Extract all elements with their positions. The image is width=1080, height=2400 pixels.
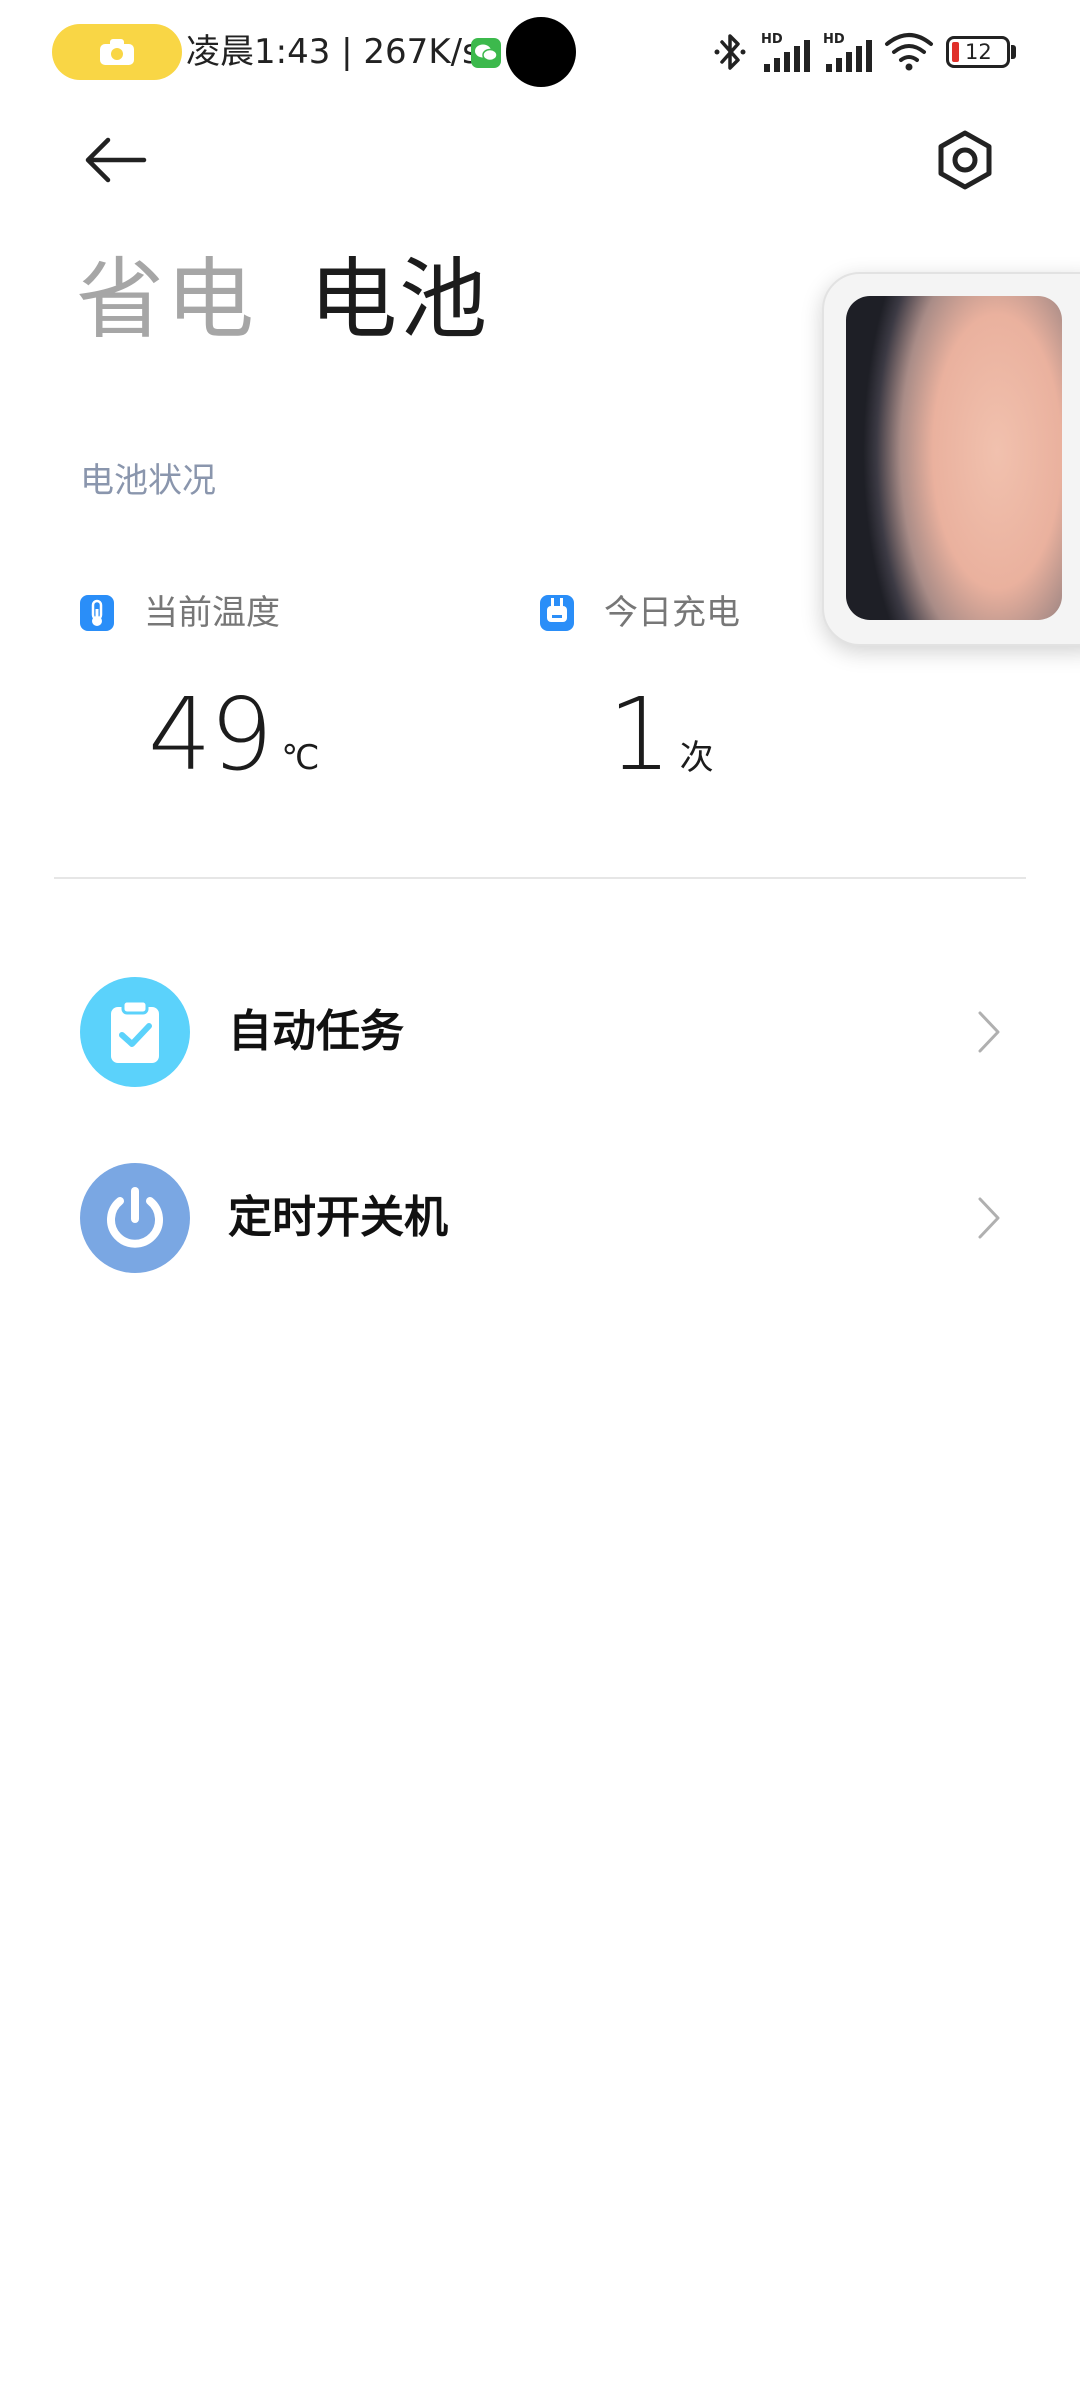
back-arrow-icon: [85, 137, 147, 183]
section-title-battery-status: 电池状况: [80, 461, 216, 501]
bluetooth-icon: [714, 34, 746, 70]
temperature-label: 当前温度: [144, 593, 280, 633]
charge-today-label: 今日充电: [604, 593, 740, 633]
power-icon: [80, 1163, 190, 1273]
front-camera-cutout: [506, 17, 576, 87]
svg-text:HD: HD: [823, 32, 845, 47]
charger-plug-icon: [540, 595, 574, 631]
temperature-value-group: 49 ℃: [148, 680, 319, 790]
settings-button[interactable]: [920, 120, 1010, 200]
battery-icon: 12: [946, 36, 1010, 68]
section-divider: [54, 877, 1026, 879]
hd-signal-icon: HD: [823, 32, 872, 72]
settings-gear-icon: [938, 130, 992, 190]
menu-item-scheduled-power[interactable]: 定时开关机: [0, 1138, 1080, 1298]
charge-today-value: 1: [608, 676, 672, 793]
back-button[interactable]: [72, 120, 162, 200]
stat-charge-today: 今日充电 1次: [540, 585, 960, 790]
wifi-icon: [885, 33, 933, 71]
charge-today-value-group: 1次: [608, 680, 714, 790]
battery-cap: [1011, 45, 1016, 59]
camera-icon: [100, 39, 134, 65]
chevron-right-icon: [978, 1011, 1000, 1053]
tab-power-saving[interactable]: 省电: [76, 240, 256, 360]
wechat-icon: [471, 38, 501, 68]
hd-signal-icon: HD: [761, 32, 810, 72]
floating-video-preview[interactable]: [846, 296, 1062, 620]
scheduled-power-label: 定时开关机: [228, 1192, 448, 1243]
charge-today-unit: 次: [679, 738, 714, 778]
menu-item-auto-tasks[interactable]: 自动任务: [0, 952, 1080, 1112]
clipboard-check-icon: [80, 977, 190, 1087]
status-bar: 凌晨1:43 | 267K/s HD HD 12: [0, 0, 1080, 110]
tab-battery[interactable]: 电池: [309, 240, 489, 360]
battery-level-fill: [952, 42, 959, 62]
chevron-right-icon: [978, 1197, 1000, 1239]
status-time-speed: 凌晨1:43 | 267K/s: [186, 32, 480, 72]
thermometer-icon: [80, 595, 114, 631]
battery-level-text: 12: [965, 40, 992, 64]
svg-text:HD: HD: [761, 32, 783, 47]
auto-tasks-label: 自动任务: [228, 1006, 404, 1057]
battery-screen: 凌晨1:43 | 267K/s HD HD 12 省电 电池 电池状况 当前温度…: [0, 0, 1080, 2400]
temperature-value: 49: [148, 676, 273, 793]
stat-temperature: 当前温度 49 ℃: [80, 585, 500, 790]
camera-indicator-pill[interactable]: [52, 24, 182, 80]
tab-bar: 省电 电池: [76, 240, 537, 360]
temperature-unit: ℃: [281, 738, 320, 778]
